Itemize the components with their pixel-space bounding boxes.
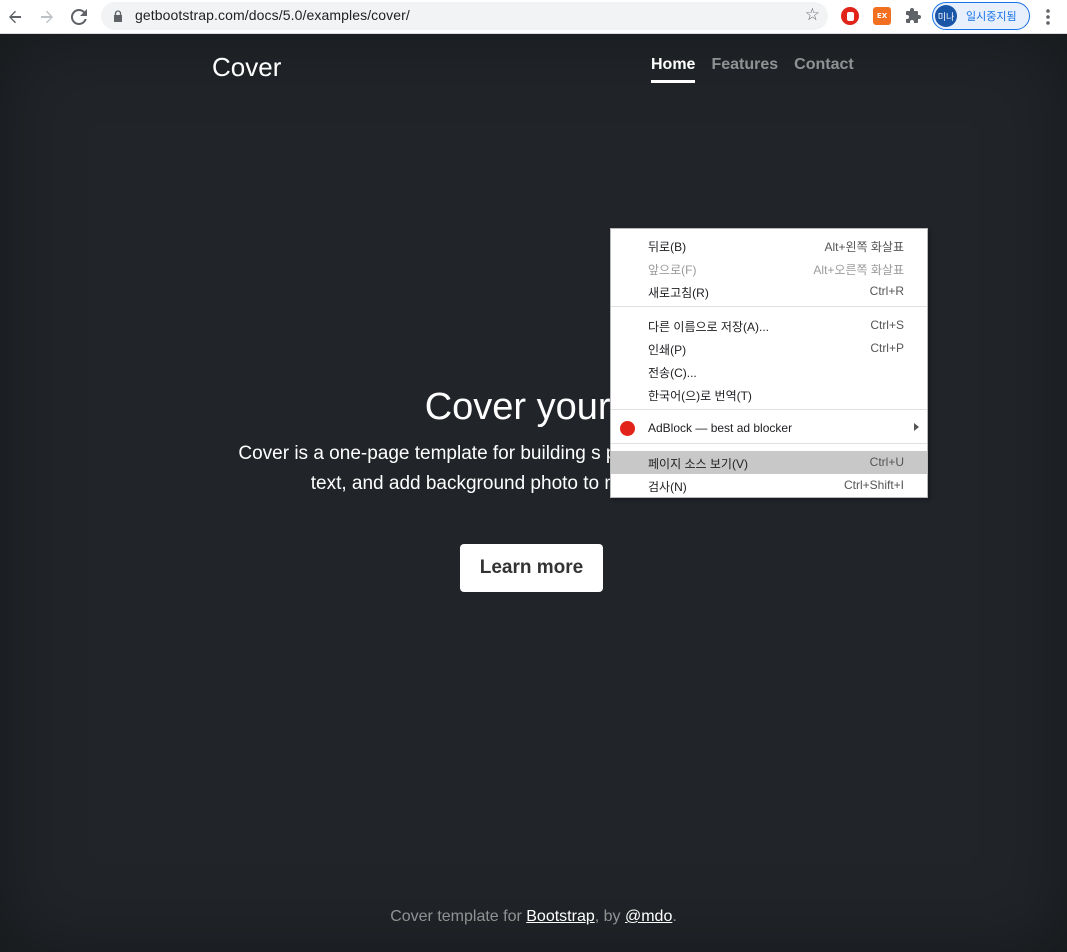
browser-menu-button[interactable] — [1040, 5, 1056, 29]
menu-item-label: 뒤로(B) — [648, 240, 687, 254]
menu-item-forward[interactable]: 앞으로(F) Alt+오른쪽 화살표 — [611, 257, 927, 280]
back-button[interactable] — [3, 5, 27, 29]
adblock-extension-icon[interactable] — [841, 7, 859, 25]
submenu-arrow-icon — [914, 423, 919, 431]
ex-extension-icon[interactable]: EX — [873, 7, 891, 25]
menu-separator — [611, 409, 927, 410]
arrow-right-icon — [41, 10, 53, 24]
menu-item-cast[interactable]: 전송(C)... — [611, 360, 927, 383]
footer-suffix: . — [672, 908, 677, 925]
lock-icon — [114, 10, 122, 22]
nav-contact[interactable]: Contact — [794, 56, 854, 83]
ex-extension-label: EX — [876, 12, 888, 20]
menu-item-shortcut: Alt+오른쪽 화살표 — [813, 263, 904, 277]
menu-item-translate[interactable]: 한국어(으)로 번역(T) — [611, 383, 927, 406]
menu-separator — [611, 443, 927, 444]
main-nav: Home Features Contact — [651, 56, 854, 83]
menu-item-save-as[interactable]: 다른 이름으로 저장(A)... Ctrl+S — [611, 314, 927, 337]
adblock-icon — [620, 421, 635, 436]
avatar: 미나 — [935, 5, 957, 27]
reload-icon — [71, 9, 87, 25]
menu-item-shortcut: Ctrl+S — [870, 318, 904, 332]
address-bar[interactable]: getbootstrap.com/docs/5.0/examples/cover… — [101, 2, 828, 30]
menu-item-adblock[interactable]: AdBlock — best ad blocker — [611, 417, 927, 440]
menu-item-print[interactable]: 인쇄(P) Ctrl+P — [611, 337, 927, 360]
menu-separator — [611, 306, 927, 307]
extensions-puzzle-icon[interactable] — [905, 7, 923, 25]
menu-item-shortcut: Ctrl+U — [869, 455, 904, 469]
more-vert-icon — [1046, 9, 1050, 25]
footer-middle: , by — [594, 908, 625, 925]
menu-item-label: 검사(N) — [648, 480, 687, 494]
bookmark-star-icon[interactable]: ☆ — [805, 5, 820, 25]
menu-item-label: 인쇄(P) — [648, 343, 687, 357]
menu-item-label: 다른 이름으로 저장(A)... — [648, 320, 769, 334]
url-text: getbootstrap.com/docs/5.0/examples/cover… — [135, 7, 410, 23]
menu-item-back[interactable]: 뒤로(B) Alt+왼쪽 화살표 — [611, 234, 927, 257]
footer-prefix: Cover template for — [390, 908, 527, 925]
forward-button[interactable] — [35, 5, 59, 29]
context-menu: 뒤로(B) Alt+왼쪽 화살표 앞으로(F) Alt+오른쪽 화살표 새로고침… — [610, 228, 928, 498]
brand-title: Cover — [212, 52, 282, 82]
browser-toolbar: getbootstrap.com/docs/5.0/examples/cover… — [0, 0, 1067, 34]
menu-item-label: AdBlock — best ad blocker — [648, 421, 793, 435]
menu-item-reload[interactable]: 새로고침(R) Ctrl+R — [611, 280, 927, 303]
menu-item-label: 전송(C)... — [648, 366, 697, 380]
mdo-link[interactable]: @mdo — [625, 908, 672, 925]
menu-item-shortcut: Ctrl+P — [870, 341, 904, 355]
menu-item-label: 한국어(으)로 번역(T) — [648, 389, 752, 403]
profile-status-label: 일시중지됨 — [966, 10, 1017, 23]
bootstrap-link[interactable]: Bootstrap — [526, 908, 594, 925]
nav-features[interactable]: Features — [711, 56, 778, 83]
menu-item-shortcut: Alt+왼쪽 화살표 — [824, 240, 904, 254]
arrow-left-icon — [9, 10, 21, 24]
menu-item-view-source[interactable]: 페이지 소스 보기(V) Ctrl+U — [611, 451, 927, 474]
menu-item-shortcut: Ctrl+Shift+I — [843, 478, 904, 492]
menu-item-shortcut: Ctrl+R — [869, 284, 904, 298]
menu-item-label: 페이지 소스 보기(V) — [648, 457, 748, 471]
footer: Cover template for Bootstrap, by @mdo. — [0, 908, 1067, 926]
menu-item-label: 새로고침(R) — [648, 286, 709, 300]
nav-home[interactable]: Home — [651, 56, 696, 83]
menu-item-inspect[interactable]: 검사(N) Ctrl+Shift+I — [611, 474, 927, 497]
menu-item-label: 앞으로(F) — [648, 263, 697, 277]
learn-more-button[interactable]: Learn more — [460, 544, 603, 592]
reload-button[interactable] — [67, 5, 91, 29]
profile-button[interactable]: 미나 일시중지됨 — [932, 2, 1030, 30]
